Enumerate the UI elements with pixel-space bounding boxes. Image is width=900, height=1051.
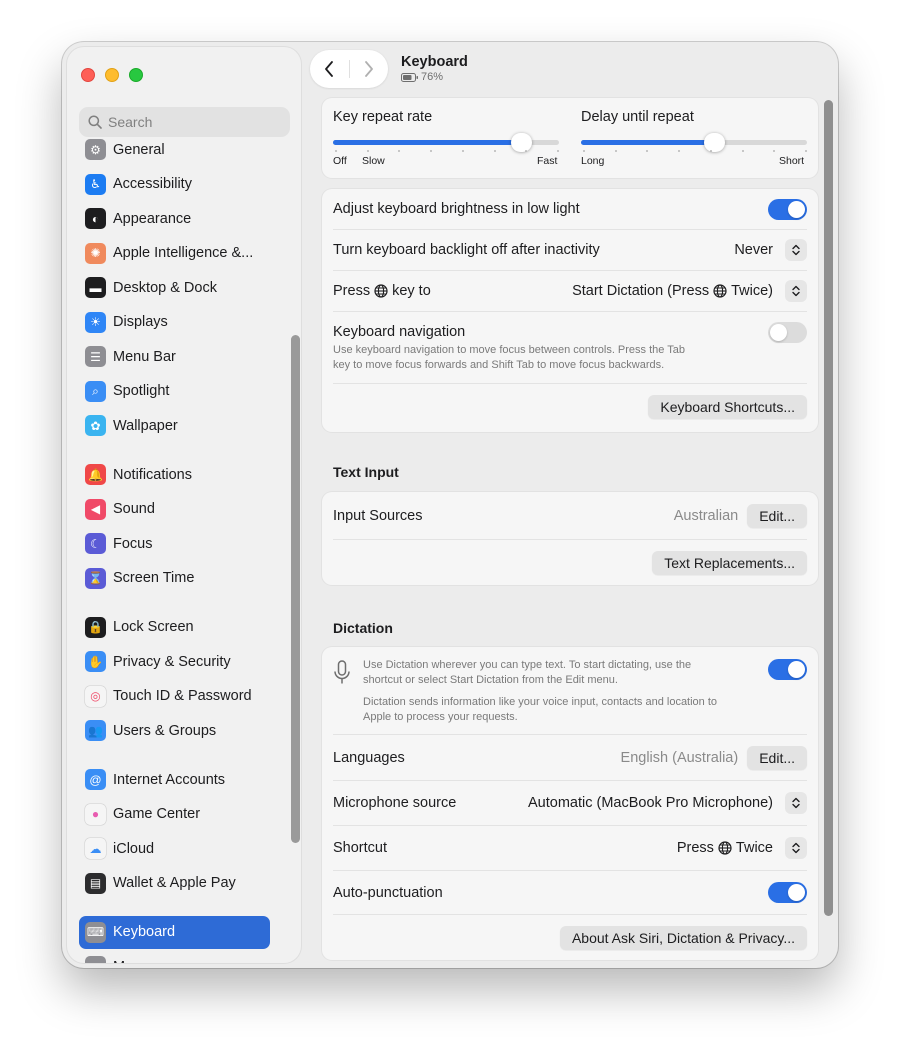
delay-repeat-label: Delay until repeat xyxy=(581,109,694,125)
slider-tick xyxy=(646,150,649,152)
text-input-card: Input Sources Australian Edit... Text Re… xyxy=(322,492,818,585)
text-replacements-button[interactable]: Text Replacements... xyxy=(652,551,807,575)
slider-tick xyxy=(335,150,337,152)
press-key-value-pre: Start Dictation (Press xyxy=(572,283,710,299)
slider-tick xyxy=(709,150,712,152)
divider xyxy=(333,311,807,312)
input-sources-value: Australian xyxy=(673,507,739,524)
dictation-desc-line-3: Dictation sends information like your vo… xyxy=(363,696,718,708)
slider-tick xyxy=(583,150,585,152)
languages-label: Languages xyxy=(333,749,405,766)
press-key-select[interactable]: Start Dictation (Press Twice) xyxy=(572,280,807,302)
input-sources-row: Input Sources Australian Edit... xyxy=(333,492,807,539)
dictation-desc-line-2: shortcut or select Start Dictation from … xyxy=(363,674,618,686)
slider-tick xyxy=(430,150,433,152)
input-sources-edit-button[interactable]: Edit... xyxy=(747,503,807,528)
dictation-desc-line-1: Use Dictation wherever you can type text… xyxy=(363,659,692,671)
updown-chevron-icon xyxy=(785,239,807,261)
key-repeat-slider[interactable] xyxy=(333,133,559,152)
brightness-toggle[interactable] xyxy=(768,198,807,220)
brightness-label: Adjust keyboard brightness in low light xyxy=(333,201,580,217)
slider-tick xyxy=(398,150,401,152)
auto-punctuation-row: Auto-punctuation xyxy=(333,871,807,914)
divider xyxy=(333,914,807,915)
microphone-source-row: Microphone source Automatic (MacBook Pro… xyxy=(333,781,807,825)
repeat-card: Key repeat rate Off Slow Fast Delay unti… xyxy=(322,98,818,178)
languages-row: Languages English (Australia) Edit... xyxy=(333,735,807,780)
slider-tick xyxy=(678,150,681,152)
slider-tick xyxy=(366,150,369,152)
backlight-row: Turn keyboard backlight off after inacti… xyxy=(333,230,807,270)
content-scrollbar[interactable] xyxy=(824,100,833,916)
press-key-label-pre: Press xyxy=(333,283,371,299)
keyboard-nav-label: Keyboard navigation xyxy=(333,324,466,340)
brightness-row: Adjust keyboard brightness in low light xyxy=(333,189,807,229)
divider xyxy=(333,383,807,384)
microphone-icon xyxy=(333,660,351,691)
slider-tick xyxy=(493,150,496,152)
shortcut-value-pre: Press xyxy=(676,840,714,856)
press-key-row: Press key to Start Dictation (Press Twic… xyxy=(333,271,807,311)
languages-value: English (Australia) xyxy=(620,749,739,766)
delay-repeat-fill xyxy=(581,140,714,145)
updown-chevron-icon xyxy=(785,837,807,859)
slider-tick xyxy=(461,150,464,152)
key-repeat-fast-cap: Fast xyxy=(537,155,558,167)
backlight-label: Turn keyboard backlight off after inacti… xyxy=(333,242,600,258)
microphone-source-label: Microphone source xyxy=(333,795,457,811)
press-key-value-post: Twice) xyxy=(731,283,773,299)
backlight-select[interactable]: Never xyxy=(734,239,807,261)
slider-tick xyxy=(805,150,807,152)
delay-repeat-knob[interactable] xyxy=(704,133,725,152)
delay-short-cap: Short xyxy=(779,155,805,167)
globe-icon xyxy=(713,284,727,298)
dictation-desc-line-4: Apple to process your requests. xyxy=(363,711,518,723)
delay-repeat-slider[interactable] xyxy=(581,133,807,152)
slider-tick xyxy=(741,150,744,152)
auto-punctuation-toggle[interactable] xyxy=(768,882,807,903)
key-repeat-fill xyxy=(333,140,521,145)
divider xyxy=(333,539,807,540)
backlight-value: Never xyxy=(734,242,773,258)
keyboard-nav-description: Use keyboard navigation to move focus be… xyxy=(333,343,685,373)
dictation-heading: Dictation xyxy=(333,620,393,636)
keyboard-card: Adjust keyboard brightness in low light … xyxy=(322,189,818,432)
main-content: Key repeat rate Off Slow Fast Delay unti… xyxy=(62,42,838,968)
keyboard-nav-row: Keyboard navigation xyxy=(333,321,807,343)
microphone-source-value: Automatic (MacBook Pro Microphone) xyxy=(528,795,773,811)
updown-chevron-icon xyxy=(785,280,807,302)
shortcut-row: Shortcut Press Twice xyxy=(333,826,807,870)
keyboard-nav-desc-line-2: key to move focus forwards and Shift Tab… xyxy=(333,359,665,371)
shortcut-select[interactable]: Press Twice xyxy=(677,837,807,859)
keyboard-nav-desc-line-1: Use keyboard navigation to move focus be… xyxy=(333,344,685,356)
slider-tick xyxy=(614,150,617,152)
dictation-card: Use Dictation wherever you can type text… xyxy=(322,647,818,960)
dictation-toggle[interactable] xyxy=(768,659,807,680)
input-sources-label: Input Sources xyxy=(333,507,423,524)
globe-icon xyxy=(374,284,388,298)
slider-tick xyxy=(525,150,528,152)
globe-icon xyxy=(718,841,732,855)
key-repeat-slow-cap: Slow xyxy=(362,155,385,167)
delay-long-cap: Long xyxy=(581,155,605,167)
key-repeat-off-cap: Off xyxy=(333,155,347,167)
shortcut-value-post: Twice xyxy=(735,840,773,856)
key-repeat-knob[interactable] xyxy=(511,133,532,152)
microphone-source-select[interactable]: Automatic (MacBook Pro Microphone) xyxy=(528,792,807,814)
key-repeat-label: Key repeat rate xyxy=(333,109,433,125)
shortcut-label: Shortcut xyxy=(333,840,387,856)
updown-chevron-icon xyxy=(785,792,807,814)
languages-edit-button[interactable]: Edit... xyxy=(747,745,807,770)
settings-window: Search ⚙ General ♿ Accessibility ◐ Appearance… xyxy=(62,42,838,968)
keyboard-shortcuts-button[interactable]: Keyboard Shortcuts... xyxy=(648,395,807,419)
slider-tick xyxy=(773,150,776,152)
dictation-description: Use Dictation wherever you can type text… xyxy=(363,658,717,725)
slider-tick xyxy=(557,150,559,152)
about-siri-dictation-privacy-button[interactable]: About Ask Siri, Dictation & Privacy... xyxy=(559,926,807,950)
auto-punctuation-label: Auto-punctuation xyxy=(333,884,443,901)
press-key-label-post: key to xyxy=(392,283,431,299)
text-input-heading: Text Input xyxy=(333,464,399,480)
keyboard-nav-toggle[interactable] xyxy=(768,321,807,343)
